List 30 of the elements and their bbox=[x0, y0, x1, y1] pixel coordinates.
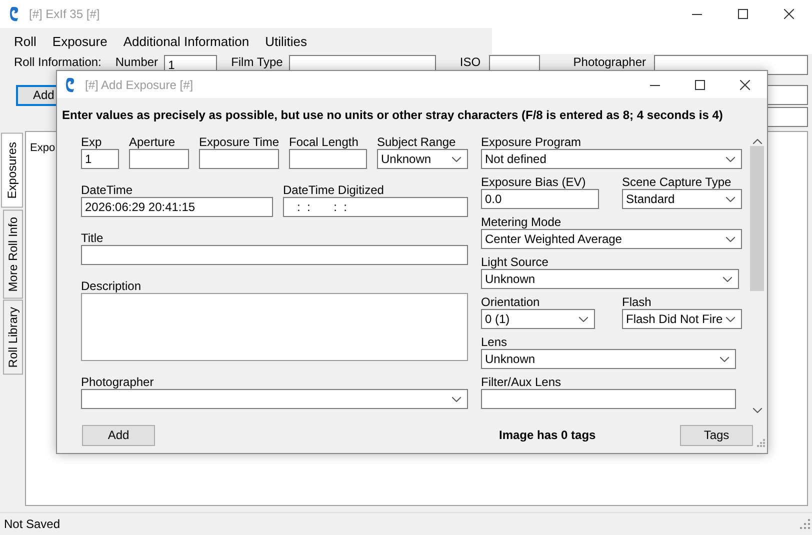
field-label: Subject Range bbox=[377, 135, 457, 149]
field-label: Exp bbox=[81, 135, 103, 149]
field-label: Filter/Aux Lens bbox=[481, 375, 562, 389]
field-label: Exposure Program bbox=[481, 135, 582, 149]
field-label: DateTime bbox=[81, 183, 134, 197]
field-label: Flash bbox=[622, 295, 652, 309]
panel-label: Expo bbox=[30, 142, 56, 154]
field-label: Light Source bbox=[481, 255, 550, 269]
dialog-title: [#] Add Exposure [#] bbox=[85, 78, 194, 92]
iso-label: ISO bbox=[460, 55, 481, 69]
tag-count-text: Image has 0 tags bbox=[499, 428, 596, 442]
field-label: Title bbox=[81, 231, 104, 245]
field-label: Lens bbox=[481, 335, 508, 349]
field-label: Exposure Time bbox=[199, 135, 279, 149]
field-label: Photographer bbox=[81, 375, 155, 389]
status-text: Not Saved bbox=[4, 517, 60, 531]
field-label: Description bbox=[81, 279, 142, 293]
field-label: Scene Capture Type bbox=[622, 175, 732, 189]
number-label: Number bbox=[115, 55, 158, 69]
photographer-label: Photographer bbox=[573, 55, 646, 69]
field-label: Orientation bbox=[481, 295, 541, 309]
instruction-text: Enter values as precisely as possible, but use no units or other stray characters (F/8 is entered as 8; 4 seconds is 4) bbox=[62, 108, 723, 122]
field-label: Exposure Bias (EV) bbox=[481, 175, 587, 189]
field-label: Focal Length bbox=[289, 135, 360, 149]
field-label: Aperture bbox=[129, 135, 176, 149]
field-label: Metering Mode bbox=[481, 215, 562, 229]
field-label: DateTime Digitized bbox=[283, 183, 385, 197]
film-type-label: Film Type bbox=[231, 55, 283, 69]
window-title: [#] ExIf 35 [#] bbox=[29, 7, 100, 21]
roll-information-label: Roll Information: bbox=[14, 55, 102, 69]
